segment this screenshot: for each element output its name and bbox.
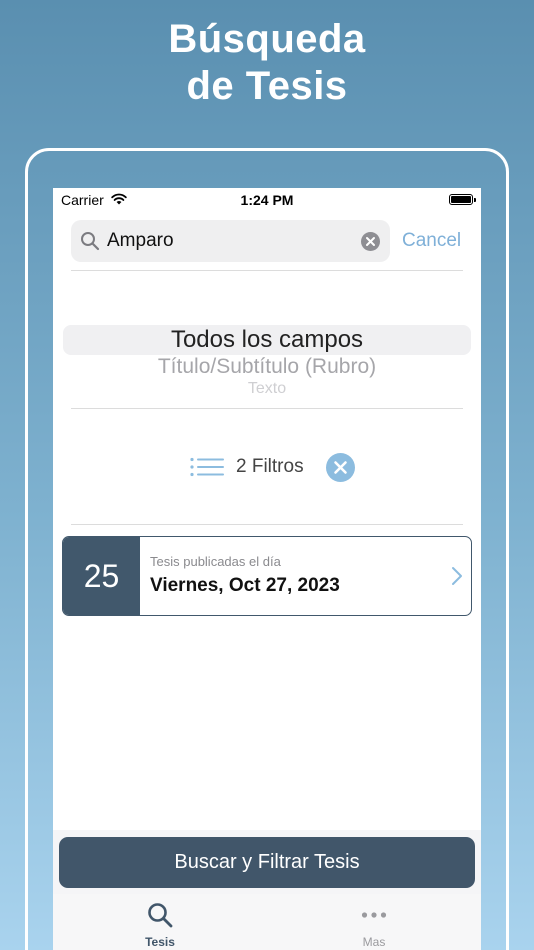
cancel-button[interactable]: Cancel (402, 230, 461, 252)
date-value: Viernes, Oct 27, 2023 (150, 575, 340, 596)
filters-label[interactable]: 2 Filtros (236, 456, 304, 478)
filters-row[interactable]: 2 Filtros (53, 451, 481, 483)
search-input[interactable] (107, 229, 347, 253)
search-field[interactable] (71, 220, 390, 262)
tab-mas[interactable]: Mas (267, 894, 481, 950)
picker-option[interactable]: Título/Subtítulo (Rubro) (53, 355, 481, 379)
promo-title-line-1: Búsqueda (168, 17, 366, 61)
divider (71, 270, 463, 271)
chevron-right-icon (452, 567, 462, 585)
status-bar: Carrier 1:24 PM (53, 188, 481, 212)
divider (71, 524, 463, 525)
tab-label: Mas (362, 935, 386, 949)
picker-option-selected[interactable]: Todos los campos (53, 326, 481, 354)
date-caption: Tesis publicadas el día (150, 554, 281, 569)
clear-filters-icon[interactable] (326, 453, 355, 482)
date-day-badge: 25 (63, 537, 140, 615)
search-icon (81, 232, 100, 251)
divider (71, 408, 463, 409)
more-icon (361, 912, 387, 918)
search-icon (148, 903, 173, 928)
clear-search-icon[interactable] (361, 232, 380, 251)
status-time: 1:24 PM (240, 192, 294, 208)
search-bar: Cancel (71, 220, 471, 262)
picker-option[interactable]: Texto (53, 381, 481, 393)
tab-label: Tesis (145, 935, 175, 949)
app-screen: Carrier 1:24 PM Cancel Todos los campos … (53, 188, 481, 950)
tab-tesis[interactable]: Tesis (53, 894, 267, 950)
publication-date-card[interactable]: 25 Tesis publicadas el día Viernes, Oct … (62, 536, 472, 616)
promo-title-line-2: de Tesis (186, 64, 348, 108)
battery-icon (449, 194, 476, 205)
search-and-filter-button[interactable]: Buscar y Filtrar Tesis (59, 837, 475, 888)
list-icon (190, 457, 224, 477)
promo-title: Búsqueda de Tesis (0, 16, 534, 110)
tab-bar: Tesis Mas (53, 894, 481, 950)
